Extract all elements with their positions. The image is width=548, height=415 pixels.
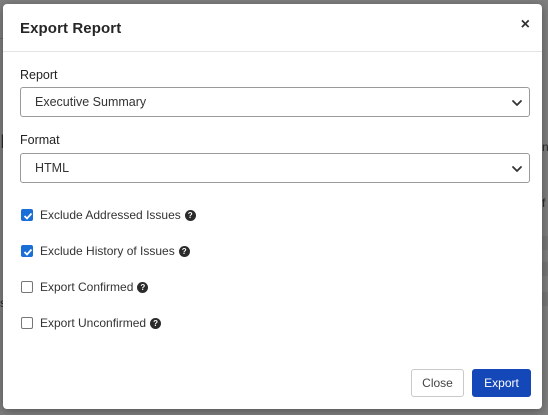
export-confirmed-label: Export Confirmed <box>40 280 134 294</box>
export-button[interactable]: Export <box>472 369 531 397</box>
exclude-addressed-checkbox[interactable] <box>21 209 33 221</box>
export-confirmed-checkbox[interactable] <box>21 281 33 293</box>
export-unconfirmed-option[interactable]: Export Unconfirmed ? <box>21 316 162 330</box>
question-circle-icon[interactable]: ? <box>184 209 196 221</box>
format-select-value: HTML <box>35 161 70 175</box>
chevron-down-icon <box>512 100 522 106</box>
question-circle-icon[interactable]: ? <box>178 245 190 257</box>
checkmark-icon <box>23 248 33 256</box>
export-unconfirmed-label: Export Unconfirmed <box>40 316 147 330</box>
export-unconfirmed-checkbox[interactable] <box>21 317 33 329</box>
background-text-fragment: f <box>542 196 546 210</box>
background-element <box>542 292 548 306</box>
format-select[interactable]: HTML <box>20 153 530 183</box>
dialog-header: Export Report × <box>3 4 542 52</box>
question-circle-icon[interactable]: ? <box>150 317 162 329</box>
exclude-addressed-option[interactable]: Exclude Addressed Issues ? <box>21 208 196 222</box>
background-element <box>542 236 548 250</box>
export-confirmed-option[interactable]: Export Confirmed ? <box>21 280 149 294</box>
report-label: Report <box>20 68 58 82</box>
exclude-history-checkbox[interactable] <box>21 245 33 257</box>
exclude-history-label: Exclude History of Issues <box>40 244 175 258</box>
checkmark-icon <box>23 212 33 220</box>
chevron-down-icon <box>512 166 522 172</box>
export-report-dialog: Export Report × Report Executive Summary… <box>3 4 542 409</box>
background-text-fragment: n <box>542 140 548 154</box>
close-icon[interactable]: × <box>521 17 530 33</box>
format-label: Format <box>20 133 60 147</box>
report-select-value: Executive Summary <box>35 95 147 109</box>
question-circle-icon[interactable]: ? <box>137 281 149 293</box>
exclude-history-option[interactable]: Exclude History of Issues ? <box>21 244 190 258</box>
dialog-title: Export Report <box>20 20 122 37</box>
exclude-addressed-label: Exclude Addressed Issues <box>40 208 181 222</box>
close-button[interactable]: Close <box>411 369 464 397</box>
report-select[interactable]: Executive Summary <box>20 87 530 117</box>
background-element <box>542 262 548 276</box>
